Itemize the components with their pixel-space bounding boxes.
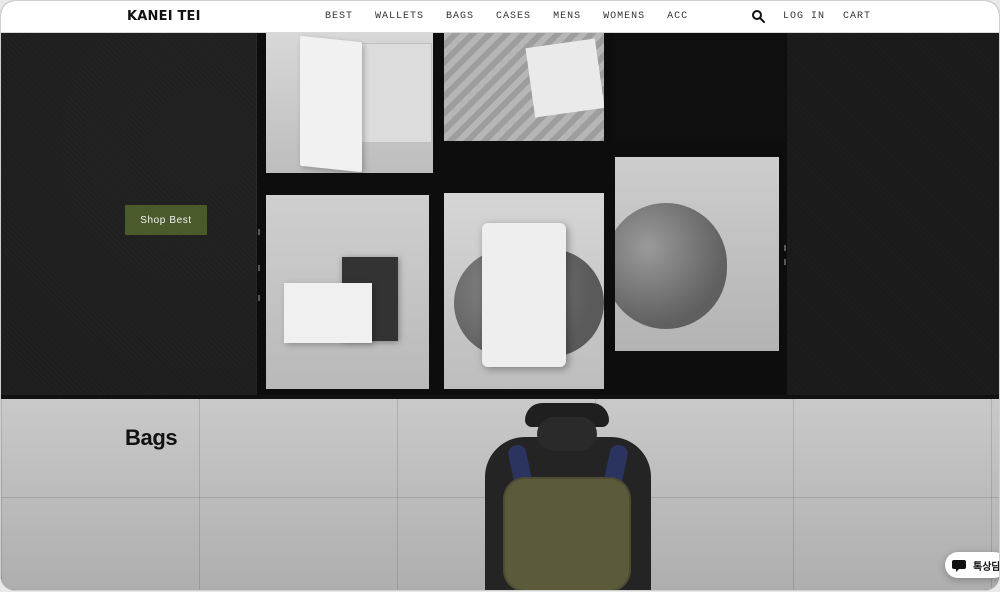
cart-link[interactable]: CART	[843, 11, 871, 22]
film-perforation-mark	[784, 259, 786, 265]
bags-heading: Bags	[125, 425, 178, 450]
head	[537, 417, 597, 451]
product-photo-3	[614, 33, 786, 141]
film-contact-sheet	[257, 33, 787, 395]
product-photo-6	[615, 157, 779, 351]
model-with-backpack	[481, 399, 655, 590]
card-holder-white	[284, 283, 372, 343]
nav-bags[interactable]: BAGS	[446, 11, 474, 22]
product-photo-5	[444, 193, 604, 389]
nav-best[interactable]: BEST	[325, 11, 353, 22]
film-perforation-mark	[258, 229, 260, 235]
bags-section: Bags	[1, 399, 999, 590]
film-perforation-mark	[784, 245, 786, 251]
hero-banner: Shop Best	[1, 33, 999, 395]
backpack	[503, 477, 631, 590]
wallet	[300, 35, 362, 173]
open-wallet	[360, 43, 432, 143]
product-photo-4	[266, 195, 429, 389]
film-perforation-mark	[258, 265, 260, 271]
chat-consult-button[interactable]: 톡상담	[945, 552, 999, 578]
main-nav: BEST WALLETS BAGS CASES MENS WOMENS ACC	[325, 11, 688, 22]
nav-wallets[interactable]: WALLETS	[375, 11, 424, 22]
search-icon[interactable]	[751, 9, 765, 23]
browser-frame: KANEI TEI BEST WALLETS BAGS CASES MENS W…	[1, 1, 999, 590]
login-link[interactable]: LOG IN	[783, 11, 825, 22]
film-perforation-mark	[258, 295, 260, 301]
nav-cases[interactable]: CASES	[496, 11, 531, 22]
shop-best-button[interactable]: Shop Best	[125, 205, 207, 235]
nav-acc[interactable]: ACC	[667, 11, 688, 22]
top-header: KANEI TEI BEST WALLETS BAGS CASES MENS W…	[1, 1, 999, 33]
nav-mens[interactable]: MENS	[553, 11, 581, 22]
chat-bubble-icon	[951, 557, 967, 573]
header-utilities: LOG IN CART	[751, 9, 871, 23]
hero-texture-right	[787, 33, 999, 395]
zip-wallet	[482, 223, 566, 367]
brand-logo[interactable]: KANEI TEI	[127, 9, 201, 24]
chat-label: 톡상담	[973, 561, 999, 573]
product-photo-2	[444, 33, 604, 141]
wallet	[525, 38, 604, 118]
product-photo-1	[266, 33, 433, 173]
nav-womens[interactable]: WOMENS	[603, 11, 645, 22]
